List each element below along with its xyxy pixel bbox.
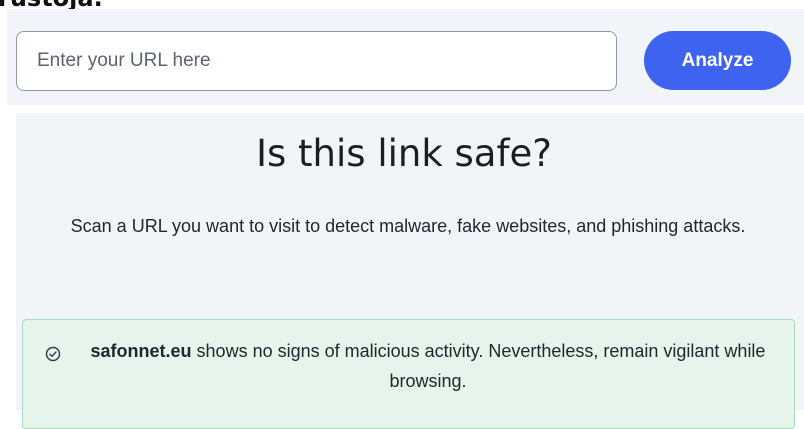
scan-result-message: shows no signs of malicious activity. Ne… bbox=[191, 341, 766, 391]
page-title: Is this link safe? bbox=[256, 132, 552, 175]
scanned-domain: safonnet.eu bbox=[90, 341, 192, 361]
check-circle-icon bbox=[45, 346, 61, 362]
analyze-button[interactable]: Analyze bbox=[644, 31, 791, 90]
url-input[interactable] bbox=[16, 31, 617, 91]
page-subtitle: Scan a URL you want to visit to detect m… bbox=[70, 216, 746, 236]
scan-result-text: safonnet.eu shows no signs of malicious … bbox=[83, 336, 773, 396]
scan-result-alert: safonnet.eu shows no signs of malicious … bbox=[22, 319, 795, 429]
